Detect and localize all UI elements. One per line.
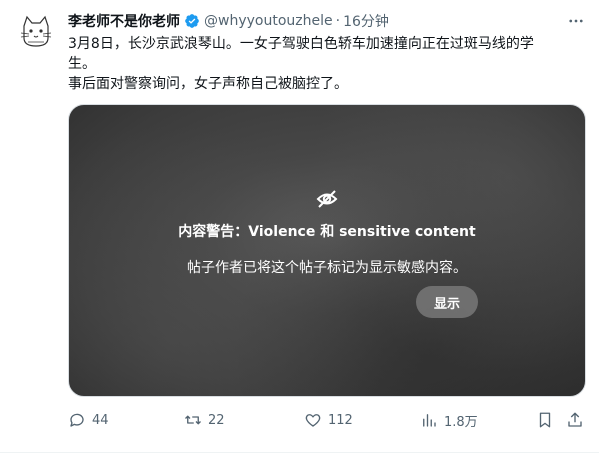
reply-button[interactable]: 44 <box>68 408 109 432</box>
share-button[interactable] <box>566 408 590 432</box>
tweet-text-line: 3月8日，长沙京武浪琴山。一女子驾驶白色轿车加速撞向正在过斑马线的学 <box>68 36 534 52</box>
tweet-header: 李老师不是你老师 @whyyoutouzhele · 16分钟 <box>68 10 587 32</box>
timestamp[interactable]: 16分钟 <box>343 11 389 31</box>
heart-icon <box>305 414 321 427</box>
cat-avatar-icon <box>16 12 56 52</box>
views-button[interactable]: 1.8万 <box>420 408 478 432</box>
like-button[interactable]: 112 <box>304 408 353 432</box>
tweet-text-line: 生。 <box>68 56 96 72</box>
repost-count: 22 <box>208 412 225 428</box>
action-bar: 44 22 112 1.8万 <box>68 408 586 432</box>
more-options-icon[interactable] <box>565 10 587 32</box>
content-warning-subtitle: 帖子作者已将这个帖子标记为显示敏感内容。 <box>187 260 467 276</box>
tweet[interactable]: 李老师不是你老师 @whyyoutouzhele · 16分钟 3月8日，长沙京… <box>0 0 599 453</box>
share-icon <box>568 412 582 427</box>
bookmark-button[interactable] <box>536 408 560 432</box>
eye-slash-icon <box>315 187 339 211</box>
sensitive-media[interactable]: 内容警告：Violence 和 sensitive content 帖子作者已将… <box>68 104 586 397</box>
reply-count: 44 <box>92 412 109 428</box>
author-handle[interactable]: @whyyoutouzhele <box>204 13 333 29</box>
content-warning-title: 内容警告：Violence 和 sensitive content <box>178 224 476 240</box>
like-count: 112 <box>328 412 353 428</box>
author-name[interactable]: 李老师不是你老师 <box>68 11 180 31</box>
repost-icon <box>185 415 201 425</box>
reply-icon <box>70 413 84 427</box>
verified-badge-icon <box>184 13 200 29</box>
separator: · <box>335 13 341 29</box>
views-icon <box>423 414 436 427</box>
repost-button[interactable]: 22 <box>184 408 225 432</box>
show-button[interactable]: 显示 <box>416 286 478 318</box>
views-count: 1.8万 <box>444 414 478 430</box>
tweet-text: 3月8日，长沙京武浪琴山。一女子驾驶白色轿车加速撞向正在过斑马线的学 生。 事后… <box>68 34 568 94</box>
avatar[interactable] <box>16 12 56 52</box>
tweet-text-line: 事后面对警察询问，女子声称自己被脑控了。 <box>68 76 348 92</box>
bookmark-icon <box>539 412 551 428</box>
